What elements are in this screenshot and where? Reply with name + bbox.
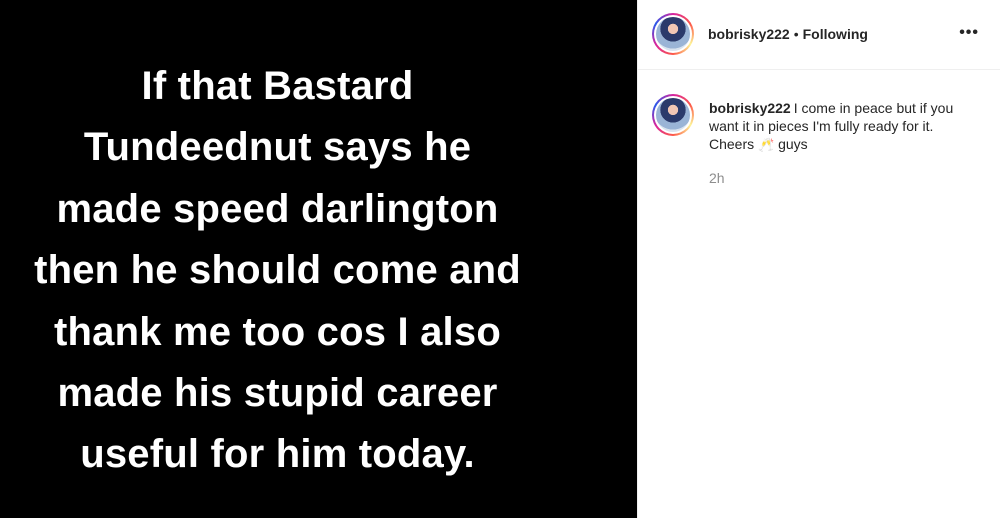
author-line: bobrisky222 • Following — [708, 26, 868, 42]
avatar-ring — [654, 96, 692, 134]
avatar-ring — [654, 15, 692, 53]
post-timestamp[interactable]: 2h — [709, 170, 725, 186]
separator-dot: • — [793, 26, 799, 42]
clinking-glasses-icon: 🥂 — [758, 137, 775, 152]
story-text: If that Bastard Tundeednut says he made … — [0, 56, 555, 486]
more-options-icon[interactable]: ••• — [959, 24, 979, 42]
post-side-panel: bobrisky222 • Following ••• bobrisky222 I c… — [637, 0, 1000, 518]
post-media[interactable]: If that Bastard Tundeednut says he made … — [0, 0, 637, 518]
avatar-image — [656, 17, 690, 51]
story-line: made speed darlington — [56, 186, 499, 231]
caption-username-link[interactable]: bobrisky222 — [709, 100, 791, 116]
story-line: thank me too cos I also — [54, 309, 501, 354]
story-line: Tundeednut says he — [83, 125, 472, 170]
story-line: then he should come and — [34, 248, 521, 293]
story-line: If that Bastard — [141, 64, 414, 108]
avatar-image — [656, 98, 690, 132]
caption-avatar[interactable] — [652, 94, 694, 136]
following-button[interactable]: Following — [803, 26, 868, 42]
author-avatar[interactable] — [652, 13, 694, 55]
story-line: made his stupid career — [57, 371, 498, 416]
post-header: bobrisky222 • Following ••• — [638, 0, 1000, 70]
story-line: useful for him today. — [80, 432, 475, 477]
author-username-link[interactable]: bobrisky222 — [708, 26, 790, 42]
caption-text-after: guys — [774, 136, 808, 152]
caption-text: bobrisky222 I come in peace but if you wa… — [709, 99, 979, 154]
